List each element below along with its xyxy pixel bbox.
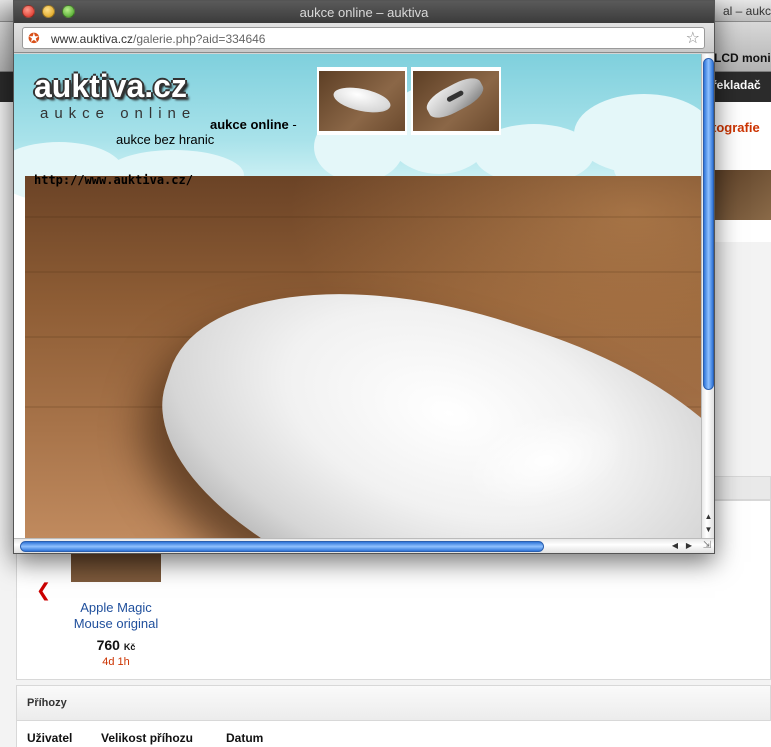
url-text[interactable]: www.auktiva.cz/galerie.php?aid=334646 xyxy=(51,32,265,46)
main-product-photo[interactable] xyxy=(25,176,701,538)
header-tagline: aukce online - xyxy=(210,117,297,132)
item-title-link[interactable]: Apple Magic Mouse original xyxy=(64,600,168,632)
site-logo[interactable]: auktiva.cz xyxy=(34,68,187,105)
gallery-thumbnail-1[interactable] xyxy=(317,67,407,135)
item-thumbnail[interactable] xyxy=(71,552,161,582)
site-logo-subtitle: aukce online xyxy=(40,105,197,122)
thumbnail-image xyxy=(413,71,499,131)
site-favicon-icon: ✪ xyxy=(28,30,40,46)
photo-caption-url: http://www.auktiva.cz/ xyxy=(34,173,193,187)
tagline-bold: aukce online xyxy=(210,117,289,132)
mouse-bottom-icon xyxy=(422,72,488,124)
background-tab-label[interactable]: LCD moni xyxy=(714,51,771,65)
horizontal-scrollbar[interactable]: ◀ ▶ ⇲ xyxy=(14,538,714,553)
star-icon[interactable]: ☆ xyxy=(686,28,700,48)
item-price-value: 760 xyxy=(96,637,120,653)
vertical-scroll-thumb[interactable] xyxy=(703,58,714,390)
background-window-title: al – aukc xyxy=(722,4,771,18)
bookmark-translator[interactable]: řekladač xyxy=(712,78,761,92)
thumbnail-image xyxy=(319,71,405,131)
gallery-popup-window: aukce online – auktiva ✪ www.auktiva.cz/… xyxy=(13,0,715,554)
item-price: 760 Kč xyxy=(64,637,168,653)
address-bar[interactable]: ✪ www.auktiva.cz/galerie.php?aid=334646 … xyxy=(22,27,705,49)
scroll-right-icon[interactable]: ▶ xyxy=(683,540,695,552)
header-tagline-rest: aukce bez hranic xyxy=(116,132,215,147)
mouse-top-icon xyxy=(331,83,393,117)
column-date: Datum xyxy=(226,731,264,745)
item-time-left: 4d 1h xyxy=(102,656,130,668)
scroll-down-icon[interactable]: ▼ xyxy=(703,524,714,536)
resize-grip-icon[interactable]: ⇲ xyxy=(701,540,713,552)
gallery-thumbnail-2[interactable] xyxy=(411,67,501,135)
wood-grain xyxy=(25,216,701,218)
item-currency: Kč xyxy=(123,642,136,652)
scroll-left-icon[interactable]: ◀ xyxy=(669,540,681,552)
popup-title-bar[interactable]: aukce online – auktiva xyxy=(14,1,714,23)
url-domain: www.auktiva.cz xyxy=(51,32,134,46)
address-bar-container: ✪ www.auktiva.cz/galerie.php?aid=334646 … xyxy=(14,23,714,53)
url-path: /galerie.php?aid=334646 xyxy=(133,32,266,46)
wood-grain xyxy=(25,271,701,273)
side-thumbnail[interactable] xyxy=(712,170,771,220)
popup-window-title: aukce online – auktiva xyxy=(299,5,429,20)
gallery-page-content: auktiva.cz aukce online aukce online - a… xyxy=(14,54,701,538)
vertical-scrollbar[interactable]: ▲ ▼ xyxy=(701,54,714,538)
site-header: auktiva.cz aukce online aukce online - a… xyxy=(14,54,701,202)
column-bid-size: Velikost příhozu xyxy=(101,731,194,745)
magic-mouse-image xyxy=(123,227,701,538)
column-user: Uživatel xyxy=(27,731,73,745)
chevron-left-icon[interactable]: ❮ xyxy=(36,580,51,601)
scroll-up-icon[interactable]: ▲ xyxy=(703,511,714,523)
bids-table-header: Uživatel Velikost příhozu Datum xyxy=(16,721,771,747)
horizontal-scroll-thumb[interactable] xyxy=(20,541,544,552)
category-link[interactable]: tografie xyxy=(712,120,760,135)
tagline-dash: - xyxy=(288,117,297,132)
bids-section-title: Příhozy xyxy=(16,685,771,721)
